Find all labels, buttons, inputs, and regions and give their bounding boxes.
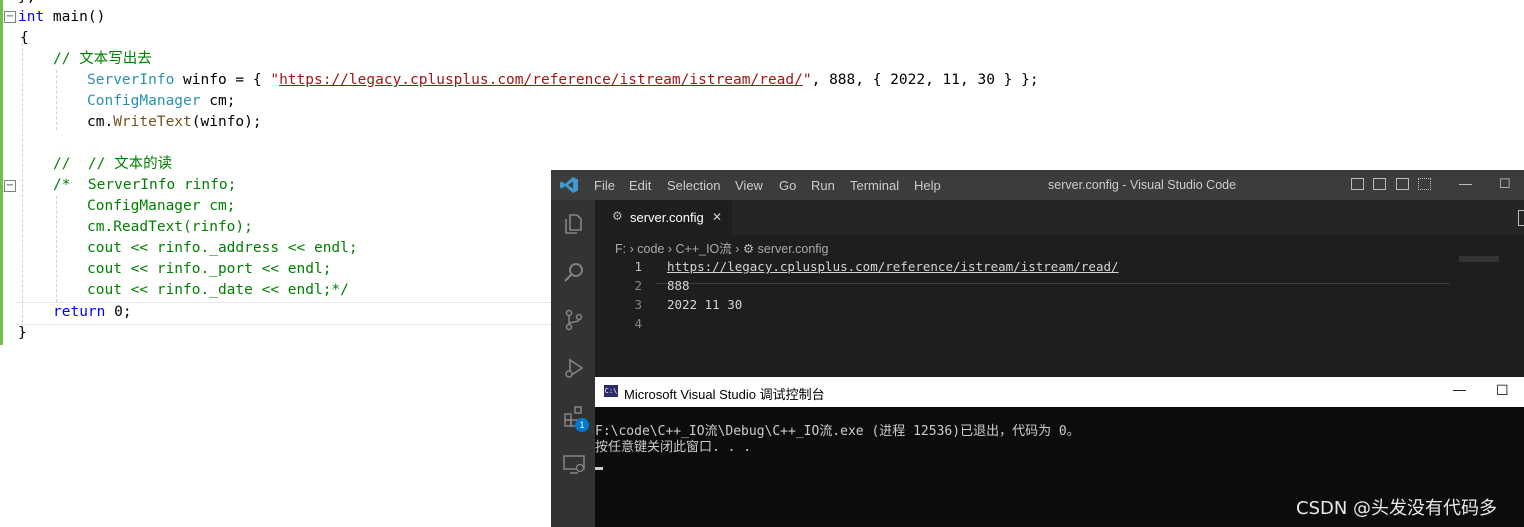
toggle-panel-icon[interactable] bbox=[1373, 178, 1386, 190]
code-line-4: ServerInfo winfo = { "https://legacy.cpl… bbox=[87, 70, 1039, 91]
url-link[interactable]: https://legacy.cplusplus.com/reference/i… bbox=[279, 72, 803, 88]
menu-terminal[interactable]: Terminal bbox=[850, 178, 899, 193]
code-text: main() bbox=[44, 9, 106, 25]
menu-go[interactable]: Go bbox=[779, 178, 796, 193]
code-line-5: ConfigManager cm; bbox=[87, 91, 235, 112]
customize-layout-icon[interactable] bbox=[1418, 178, 1431, 190]
vscode-window-title: server.config - Visual Studio Code bbox=[1048, 178, 1237, 192]
fold-toggle-comment[interactable]: − bbox=[4, 180, 16, 192]
chevron-right-icon: › bbox=[667, 242, 673, 256]
menu-run[interactable]: Run bbox=[811, 178, 835, 193]
code-line-11-comment: cm.ReadText(rinfo); bbox=[87, 219, 253, 235]
chevron-right-icon: › bbox=[735, 242, 740, 256]
code-line-10-comment: ConfigManager cm; bbox=[87, 198, 236, 214]
editor-tab-bar: ⚙ server.config ✕ bbox=[595, 200, 1524, 235]
indent-guide bbox=[22, 38, 23, 338]
activity-bar: 1 bbox=[551, 200, 595, 527]
run-debug-icon[interactable] bbox=[562, 356, 586, 380]
code-text: , 888, { 2022, 11, 30 } }; bbox=[811, 72, 1039, 88]
code-line-14-comment: cout << rinfo._date << endl;*/ bbox=[87, 282, 349, 298]
vscode-logo-icon bbox=[560, 177, 578, 193]
source-control-icon[interactable] bbox=[562, 308, 586, 332]
code-line-15: return 0; bbox=[53, 302, 132, 323]
code-line-8-comment: // // 文本的读 bbox=[53, 156, 173, 172]
code-text: 0; bbox=[105, 304, 132, 320]
search-icon[interactable] bbox=[562, 260, 586, 284]
code-line-9-comment: /* ServerInfo rinfo; bbox=[53, 177, 237, 193]
keyword: return bbox=[53, 304, 106, 320]
tab-close-icon[interactable]: ✕ bbox=[712, 210, 722, 224]
menu-edit[interactable]: Edit bbox=[629, 178, 651, 193]
breadcrumb-drive[interactable]: F: bbox=[615, 242, 626, 256]
file-line: 888 bbox=[667, 278, 690, 293]
code-text: cm. bbox=[87, 114, 114, 130]
gear-icon: ⚙ bbox=[612, 209, 623, 223]
console-cursor bbox=[595, 467, 603, 470]
chevron-right-icon: › bbox=[629, 242, 634, 256]
toggle-primary-sidebar-icon[interactable] bbox=[1351, 178, 1364, 190]
code-line-12-comment: cout << rinfo._address << endl; bbox=[87, 240, 358, 256]
explorer-icon[interactable] bbox=[562, 212, 586, 236]
console-output-line: F:\code\C++_IO流\Debug\C++_IO流.exe (进程 12… bbox=[595, 424, 1080, 439]
string-quote: " bbox=[802, 72, 812, 88]
fold-toggle-main[interactable]: − bbox=[4, 11, 16, 23]
keyword: int bbox=[18, 9, 45, 25]
code-line-13-comment: cout << rinfo._port << endl; bbox=[87, 261, 332, 277]
gear-icon: ⚙ bbox=[742, 242, 755, 256]
minimize-button[interactable]: — bbox=[1459, 176, 1472, 191]
indent-guide bbox=[56, 70, 57, 130]
code-text: (winfo); bbox=[191, 114, 262, 130]
string-quote: " bbox=[270, 72, 280, 88]
console-title: Microsoft Visual Studio 调试控制台 bbox=[624, 387, 825, 402]
console-output-line: 按任意键关闭此窗口. . . bbox=[595, 440, 752, 455]
maximize-button[interactable]: ☐ bbox=[1496, 382, 1509, 399]
menu-view[interactable]: View bbox=[735, 178, 763, 193]
code-text: winfo = { bbox=[174, 72, 271, 88]
code-line-1: int main() bbox=[18, 7, 105, 28]
console-app-icon: C:\ bbox=[604, 385, 618, 397]
line-number: 4 bbox=[634, 316, 642, 331]
remote-explorer-icon[interactable] bbox=[562, 452, 586, 476]
code-text: cm; bbox=[200, 93, 236, 109]
toggle-secondary-sidebar-icon[interactable] bbox=[1396, 178, 1409, 190]
split-editor-icon[interactable] bbox=[1518, 210, 1524, 226]
menu-selection[interactable]: Selection bbox=[667, 178, 720, 193]
type-name: ServerInfo bbox=[87, 72, 175, 88]
line-number: 3 bbox=[634, 297, 642, 312]
breadcrumb-folder-project[interactable]: C++_IO流 bbox=[676, 242, 732, 256]
file-line-url[interactable]: https://legacy.cplusplus.com/reference/i… bbox=[667, 259, 1119, 274]
breadcrumb-folder-code[interactable]: code bbox=[637, 242, 664, 256]
change-indicator-bar bbox=[0, 0, 3, 345]
code-line-16: } bbox=[18, 325, 27, 341]
code-line-2: { bbox=[20, 30, 29, 46]
file-line: 2022 11 30 bbox=[667, 297, 743, 312]
minimap[interactable] bbox=[1459, 256, 1499, 262]
maximize-button[interactable]: ☐ bbox=[1499, 176, 1511, 192]
menu-file[interactable]: File bbox=[594, 178, 615, 193]
code-line-6: cm.WriteText(winfo); bbox=[87, 112, 262, 133]
vscode-titlebar[interactable]: File Edit Selection View Go Run Terminal… bbox=[551, 170, 1524, 200]
extensions-badge: 1 bbox=[575, 418, 589, 432]
console-titlebar[interactable]: C:\ Microsoft Visual Studio 调试控制台 — ☐ bbox=[595, 377, 1524, 407]
line-number: 2 bbox=[634, 278, 642, 293]
csdn-watermark: CSDN @头发没有代码多 bbox=[1296, 498, 1498, 519]
breadcrumb: F: › code › C++_IO流 › ⚙ server.config bbox=[615, 238, 829, 257]
tab-label: server.config bbox=[630, 210, 704, 225]
line-number: 1 bbox=[634, 259, 642, 274]
menu-help[interactable]: Help bbox=[914, 178, 941, 193]
type-name: ConfigManager bbox=[87, 93, 201, 109]
minimize-button[interactable]: — bbox=[1453, 382, 1466, 397]
breadcrumb-file[interactable]: server.config bbox=[758, 242, 829, 256]
indent-guide bbox=[56, 196, 57, 302]
code-line-3-comment: // 文本写出去 bbox=[53, 51, 152, 67]
tab-server-config[interactable]: ⚙ server.config ✕ bbox=[595, 200, 732, 235]
function-name: WriteText bbox=[113, 114, 192, 130]
